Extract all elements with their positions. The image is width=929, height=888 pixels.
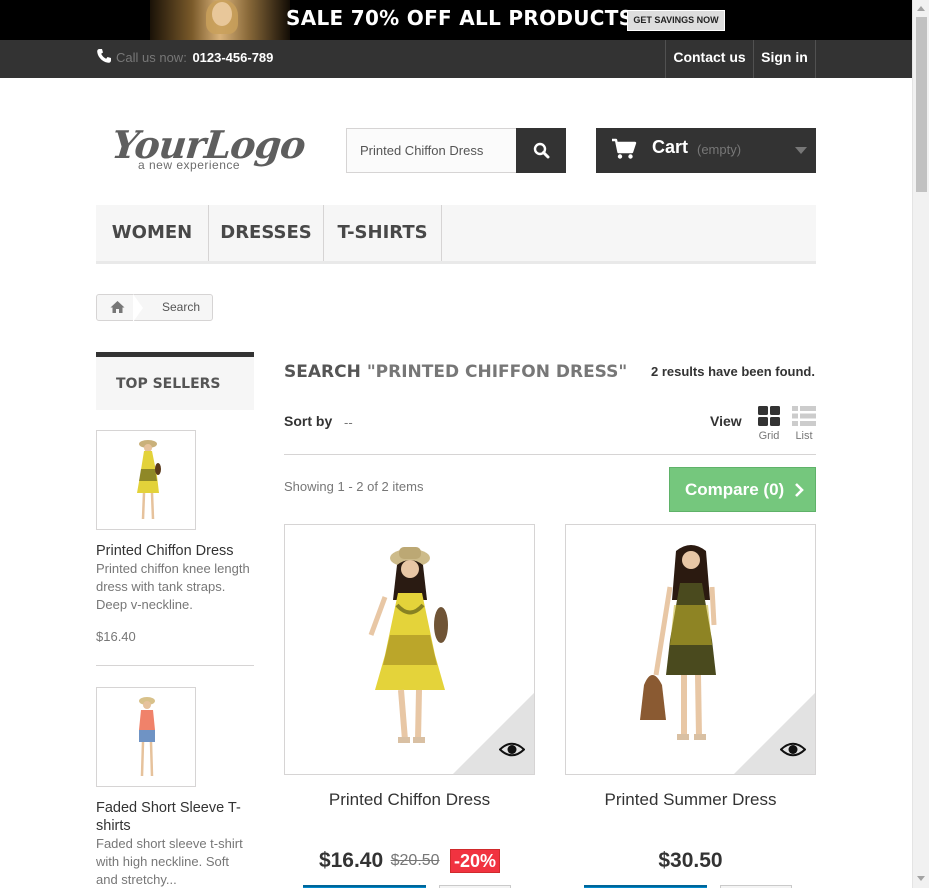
discount-badge: -20% (450, 849, 501, 873)
product-price: $16.40 (318, 849, 384, 872)
product-name[interactable]: Printed Chiffon Dress (284, 790, 535, 810)
promo-banner[interactable]: SALE 70% OFF ALL PRODUCTS GET SAVINGS NO… (0, 0, 912, 40)
showing-count: Showing 1 - 2 of 2 items (284, 479, 424, 494)
top-seller-description: Faded short sleeve t-shirt with high nec… (96, 836, 243, 887)
product-thumbnail[interactable] (96, 687, 196, 787)
top-seller-item: Printed Chiffon Dress Printed chiffon kn… (96, 430, 254, 660)
breadcrumb-separator (133, 294, 143, 322)
chevron-down-icon (795, 147, 807, 154)
top-seller-name[interactable]: Printed Chiffon Dress (96, 542, 254, 560)
product-thumbnail[interactable] (96, 430, 196, 530)
top-seller-item: Faded Short Sleeve T-shirts Faded short … (96, 687, 254, 888)
page-scrollbar[interactable] (912, 0, 929, 888)
top-seller-description: Printed chiffon knee length dress with t… (96, 561, 250, 612)
top-sellers-heading[interactable]: TOP SELLERS (96, 352, 254, 410)
phone-number: 0123-456-789 (192, 50, 274, 65)
search-box (346, 128, 566, 173)
top-seller-name[interactable]: Faded Short Sleeve T-shirts (96, 799, 254, 835)
scroll-down-arrow-icon[interactable] (917, 876, 925, 881)
sign-in-link[interactable]: Sign in (754, 40, 816, 78)
cart-status: (empty) (697, 142, 742, 157)
top-sellers-title: TOP SELLERS (116, 376, 221, 392)
search-input[interactable] (346, 128, 517, 173)
dress-image (137, 440, 161, 520)
quick-view-corner (734, 693, 815, 774)
view-grid-label: Grid (758, 430, 780, 442)
breadcrumb-home[interactable] (97, 295, 137, 320)
sidebar-divider (96, 665, 254, 666)
list-icon (792, 406, 816, 426)
grid-icon (758, 406, 780, 426)
compare-label: Compare (0) (685, 480, 785, 499)
top-nav-bar: Call us now: 0123-456-789 Contact us Sig… (0, 40, 912, 78)
search-button[interactable] (516, 128, 566, 173)
top-seller-price: $16.40 (96, 629, 136, 644)
contact-us-link[interactable]: Contact us (665, 40, 754, 78)
cart-button[interactable]: Cart (empty) (596, 128, 816, 173)
product-price: $30.50 (658, 849, 723, 872)
cart-label: Cart (652, 137, 689, 157)
tshirt-image (139, 697, 155, 777)
search-query: "PRINTED CHIFFON DRESS" (366, 362, 628, 382)
logo-tagline: a new experience (138, 158, 241, 172)
search-icon (533, 142, 550, 159)
view-label: View (710, 413, 742, 429)
menu-item-women[interactable]: WOMEN (96, 205, 209, 261)
promo-model-image (150, 0, 290, 40)
results-count: 2 results have been found. (651, 364, 815, 379)
search-title-label: SEARCH (284, 362, 361, 382)
eye-icon[interactable] (780, 741, 806, 758)
breadcrumb-current: Search (162, 300, 201, 314)
toolbar-divider (284, 454, 816, 455)
call-label: Call us now: (116, 50, 187, 65)
menu-item-dresses[interactable]: DRESSES (209, 205, 324, 261)
product-image[interactable] (565, 524, 816, 775)
product-image[interactable] (284, 524, 535, 775)
product-price-line: $16.40 $20.50 -20% (284, 849, 535, 873)
scrollbar-thumb[interactable] (916, 17, 927, 192)
view-list-button[interactable]: List (791, 406, 817, 442)
product-name[interactable]: Printed Summer Dress (565, 790, 816, 810)
view-list-label: List (795, 430, 813, 442)
sort-label: Sort by (284, 413, 333, 429)
promo-text: SALE 70% OFF ALL PRODUCTS (286, 6, 634, 30)
site-logo[interactable]: YourLogo a new experience (110, 122, 308, 177)
cart-icon (612, 138, 637, 159)
compare-button[interactable]: Compare (0) (669, 467, 816, 512)
scroll-up-arrow-icon[interactable] (917, 6, 925, 11)
quick-view-corner (453, 693, 534, 774)
sort-select[interactable]: -- (344, 415, 353, 430)
product-price-line: $30.50 (565, 849, 816, 873)
breadcrumb: Search (96, 294, 213, 322)
chevron-right-icon (795, 483, 804, 497)
main-menu: WOMEN DRESSES T-SHIRTS (96, 205, 816, 264)
page-title: SEARCH "PRINTED CHIFFON DRESS" (284, 362, 627, 382)
eye-icon[interactable] (499, 741, 525, 758)
phone-icon (97, 49, 111, 63)
home-icon (110, 301, 125, 313)
view-grid-button[interactable]: Grid (757, 406, 781, 442)
get-savings-button[interactable]: GET SAVINGS NOW (627, 10, 725, 31)
product-old-price: $20.50 (390, 852, 440, 869)
menu-item-tshirts[interactable]: T-SHIRTS (324, 205, 442, 261)
phone-info: Call us now: 0123-456-789 (96, 48, 273, 65)
